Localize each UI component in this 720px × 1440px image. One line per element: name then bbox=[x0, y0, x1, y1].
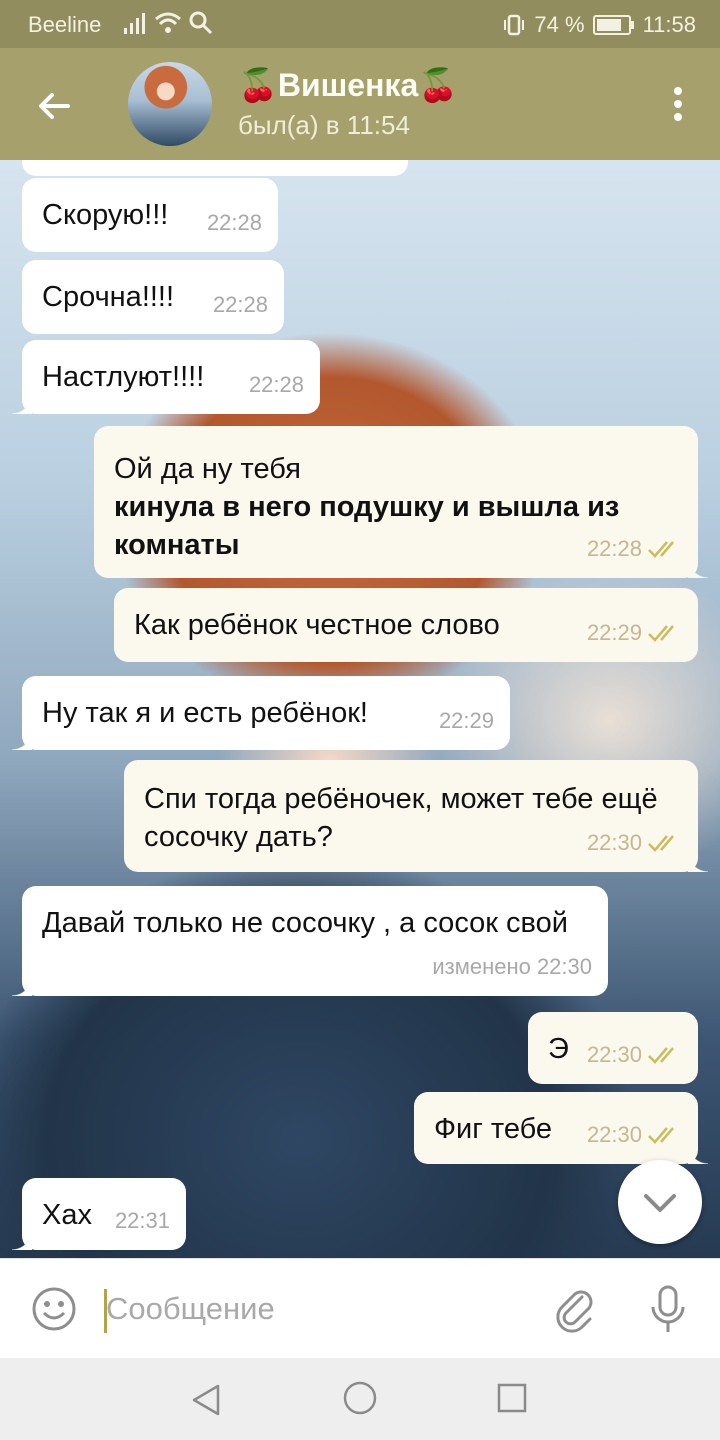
chat-header: 🍒Вишенка🍒 был(а) в 11:54 bbox=[0, 48, 720, 160]
message-bubble[interactable]: Ну так я и есть ребёнок! 22:29 bbox=[12, 676, 510, 750]
message-text: Настлуют!!!! bbox=[42, 361, 205, 393]
message-time: 22:28 bbox=[212, 292, 268, 317]
double-check-icon bbox=[648, 1047, 674, 1064]
vibrate-icon bbox=[504, 14, 525, 36]
message-text: Давай только не сосочку , а сосок свой bbox=[42, 907, 568, 939]
message-time: 22:28 bbox=[587, 530, 682, 568]
scroll-down-button[interactable] bbox=[618, 1160, 702, 1244]
message-bubble[interactable]: Ой да ну тебя кинула в него подушку и вы… bbox=[94, 426, 708, 578]
message-list[interactable]: Скорую!!! 22:28 Срочна!!!! 22:28 Настлую… bbox=[0, 160, 720, 1258]
message-time: 22:29 bbox=[438, 708, 494, 733]
arrow-left-icon[interactable] bbox=[30, 82, 78, 130]
message-composer bbox=[0, 1258, 720, 1358]
message-text: Срочна!!!! bbox=[42, 281, 175, 313]
more-vertical-icon[interactable] bbox=[666, 84, 690, 124]
battery-icon bbox=[592, 15, 634, 35]
message-time: 22:28 bbox=[248, 372, 304, 397]
nav-home-icon[interactable] bbox=[342, 1380, 378, 1416]
microphone-icon[interactable] bbox=[644, 1283, 692, 1335]
double-check-icon bbox=[648, 835, 674, 852]
message-time: 22:30 bbox=[587, 1036, 682, 1074]
battery-percent: 74 % bbox=[534, 12, 585, 37]
message-time: 22:30 bbox=[587, 824, 682, 862]
smile-icon[interactable] bbox=[30, 1285, 78, 1333]
message-text: Ой да ну тебя bbox=[114, 453, 301, 485]
avatar[interactable] bbox=[128, 62, 212, 146]
message-time: изменено 22:30 bbox=[432, 954, 592, 979]
last-seen-status: был(а) в 11:54 bbox=[238, 110, 410, 140]
double-check-icon bbox=[648, 625, 674, 642]
message-text: Скорую!!! bbox=[42, 199, 169, 231]
message-bubble-partial[interactable] bbox=[22, 160, 408, 176]
message-bubble[interactable]: Спи тогда ребёночек, может тебе ещё сосо… bbox=[124, 760, 708, 872]
message-bubble[interactable]: Давай только не сосочку , а сосок свой и… bbox=[12, 886, 608, 996]
nav-back-icon[interactable] bbox=[186, 1380, 226, 1420]
message-text: Как ребёнок честное слово bbox=[134, 609, 500, 641]
signal-icon bbox=[124, 13, 145, 34]
clock: 11:58 bbox=[642, 12, 696, 37]
message-time: 22:29 bbox=[587, 614, 682, 652]
double-check-icon bbox=[648, 1127, 674, 1144]
message-bubble[interactable]: Скорую!!! 22:28 bbox=[22, 178, 278, 252]
message-time: 22:31 bbox=[114, 1208, 170, 1233]
message-text: Фиг тебе bbox=[434, 1113, 553, 1145]
nav-recents-icon[interactable] bbox=[496, 1382, 528, 1414]
message-time: 22:28 bbox=[206, 210, 262, 235]
message-bubble[interactable]: Э 22:30 bbox=[528, 1012, 698, 1084]
status-bar: Beeline 74 % 11:58 bbox=[0, 0, 720, 48]
search-icon bbox=[189, 11, 213, 35]
message-text: Ну так я и есть ребёнок! bbox=[42, 697, 368, 729]
message-bubble[interactable]: Срочна!!!! 22:28 bbox=[22, 260, 284, 334]
system-navigation-bar bbox=[0, 1358, 720, 1440]
double-check-icon bbox=[648, 541, 674, 558]
contact-name[interactable]: 🍒Вишенка🍒 bbox=[238, 66, 458, 104]
message-text: Хах bbox=[42, 1199, 92, 1231]
message-bubble[interactable]: Настлуют!!!! 22:28 bbox=[12, 340, 320, 414]
message-time: 22:30 bbox=[587, 1116, 682, 1154]
message-text: Э bbox=[548, 1033, 569, 1065]
chevron-down-icon bbox=[644, 1194, 676, 1212]
message-input[interactable] bbox=[106, 1281, 536, 1337]
message-bubble[interactable]: Хах 22:31 bbox=[12, 1178, 186, 1250]
message-bubble[interactable]: Как ребёнок честное слово 22:29 bbox=[114, 588, 698, 662]
paperclip-icon[interactable] bbox=[552, 1285, 600, 1333]
message-bubble[interactable]: Фиг тебе 22:30 bbox=[414, 1092, 708, 1164]
carrier-name: Beeline bbox=[28, 12, 102, 37]
wifi-icon bbox=[155, 12, 181, 33]
